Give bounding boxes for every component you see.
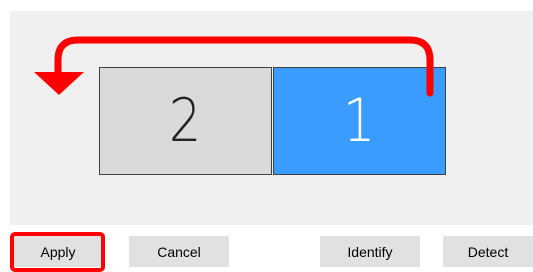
monitor-1-tile[interactable]: 1	[273, 67, 446, 175]
monitor-1-number: 1	[343, 86, 376, 156]
monitor-2-tile[interactable]: 2	[99, 67, 272, 175]
apply-button[interactable]: Apply	[14, 236, 102, 267]
identify-button[interactable]: Identify	[320, 236, 420, 267]
cancel-button[interactable]: Cancel	[129, 236, 229, 267]
monitor-2-number: 2	[169, 86, 202, 156]
detect-button[interactable]: Detect	[443, 236, 533, 267]
